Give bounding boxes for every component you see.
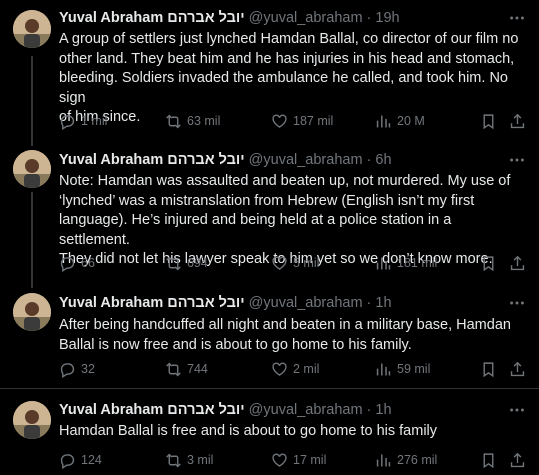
- repost-button[interactable]: 694: [165, 253, 208, 273]
- share-icon: [509, 452, 526, 469]
- author-name[interactable]: Yuval Abraham יובל אברהם: [59, 10, 245, 26]
- reply-button[interactable]: 1 mil: [59, 111, 107, 131]
- reply-icon: [59, 452, 76, 469]
- bookmark-icon: [480, 255, 497, 272]
- more-icon[interactable]: [507, 150, 527, 170]
- tweet-text: After being handcuffed all night and bea…: [59, 317, 511, 353]
- repost-button[interactable]: 63 mil: [165, 111, 220, 131]
- reply-count: 66: [81, 256, 95, 270]
- separator-dot: ·: [366, 152, 372, 168]
- reply-icon: [59, 113, 76, 130]
- repost-icon: [165, 452, 182, 469]
- views-icon: [375, 113, 392, 130]
- repost-button[interactable]: 3 mil: [165, 450, 213, 470]
- bookmark-button[interactable]: [480, 450, 497, 470]
- separator-dot: ·: [366, 295, 372, 311]
- tweet-time[interactable]: 1h: [375, 295, 391, 311]
- tweet-time[interactable]: 19h: [375, 10, 399, 26]
- share-button[interactable]: [509, 253, 526, 273]
- tweet-divider: [0, 388, 539, 389]
- action-bar: 32 744 2 mil 59 mil: [59, 359, 529, 379]
- like-icon: [271, 361, 288, 378]
- author-handle[interactable]: @yuval_abraham: [249, 152, 363, 168]
- views-icon: [375, 452, 392, 469]
- tweet[interactable]: Yuval Abraham יובל אברהם @yuval_abraham …: [0, 142, 539, 282]
- repost-icon: [165, 255, 182, 272]
- like-button[interactable]: 5 mil: [271, 253, 319, 273]
- tweet[interactable]: Yuval Abraham יובל אברהם @yuval_abraham …: [0, 0, 539, 142]
- share-button[interactable]: [509, 450, 526, 470]
- reply-button[interactable]: 32: [59, 359, 95, 379]
- avatar[interactable]: [13, 401, 51, 439]
- author-handle[interactable]: @yuval_abraham: [249, 295, 363, 311]
- more-icon[interactable]: [507, 293, 527, 313]
- reply-count: 124: [81, 453, 102, 467]
- views-button[interactable]: 59 mil: [375, 359, 430, 379]
- reply-icon: [59, 361, 76, 378]
- avatar[interactable]: [13, 10, 51, 48]
- views-button[interactable]: 181 mil: [375, 253, 437, 273]
- separator-dot: ·: [366, 10, 372, 26]
- like-icon: [271, 113, 288, 130]
- share-button[interactable]: [509, 359, 526, 379]
- separator-dot: ·: [366, 402, 372, 418]
- repost-button[interactable]: 744: [165, 359, 208, 379]
- like-count: 17 mil: [293, 453, 327, 467]
- reply-count: 1 mil: [81, 114, 108, 128]
- action-bar: 124 3 mil 17 mil 276 mil: [59, 450, 529, 470]
- bookmark-icon: [480, 361, 497, 378]
- views-button[interactable]: 276 mil: [375, 450, 437, 470]
- more-icon[interactable]: [507, 8, 527, 28]
- tweet-text: Hamdan Ballal is free and is about to go…: [59, 423, 438, 439]
- like-button[interactable]: 17 mil: [271, 450, 326, 470]
- reply-icon: [59, 255, 76, 272]
- repost-icon: [165, 113, 182, 130]
- bookmark-button[interactable]: [480, 359, 497, 379]
- action-bar: 66 694 5 mil 181 mil: [59, 253, 529, 273]
- avatar[interactable]: [13, 293, 51, 331]
- views-count: 181 mil: [397, 256, 438, 270]
- more-icon[interactable]: [507, 400, 527, 420]
- author-name[interactable]: Yuval Abraham יובל אברהם: [59, 402, 245, 418]
- like-count: 2 mil: [293, 362, 320, 376]
- like-count: 187 mil: [293, 114, 334, 128]
- author-name[interactable]: Yuval Abraham יובל אברהם: [59, 152, 245, 168]
- author-handle[interactable]: @yuval_abraham: [249, 402, 363, 418]
- like-icon: [271, 255, 288, 272]
- views-count: 20 M: [397, 114, 425, 128]
- views-icon: [375, 255, 392, 272]
- tweet[interactable]: Yuval Abraham יובל אברהם @yuval_abraham …: [0, 392, 539, 475]
- repost-count: 694: [187, 256, 208, 270]
- action-bar: 1 mil 63 mil 187 mil 20 M: [59, 111, 529, 131]
- tweet-time[interactable]: 1h: [375, 402, 391, 418]
- reply-count: 32: [81, 362, 95, 376]
- bookmark-button[interactable]: [480, 253, 497, 273]
- views-button[interactable]: 20 M: [375, 111, 425, 131]
- bookmark-icon: [480, 113, 497, 130]
- like-button[interactable]: 187 mil: [271, 111, 333, 131]
- tweet-time[interactable]: 6h: [375, 152, 391, 168]
- repost-count: 744: [187, 362, 208, 376]
- bookmark-icon: [480, 452, 497, 469]
- repost-count: 3 mil: [187, 453, 214, 467]
- repost-icon: [165, 361, 182, 378]
- repost-count: 63 mil: [187, 114, 221, 128]
- reply-button[interactable]: 66: [59, 253, 95, 273]
- avatar[interactable]: [13, 150, 51, 188]
- like-button[interactable]: 2 mil: [271, 359, 319, 379]
- author-name[interactable]: Yuval Abraham יובל אברהם: [59, 295, 245, 311]
- views-count: 59 mil: [397, 362, 431, 376]
- bookmark-button[interactable]: [480, 111, 497, 131]
- share-icon: [509, 255, 526, 272]
- tweet[interactable]: Yuval Abraham יובל אברהם @yuval_abraham …: [0, 285, 539, 385]
- share-icon: [509, 113, 526, 130]
- share-icon: [509, 361, 526, 378]
- like-count: 5 mil: [293, 256, 320, 270]
- author-handle[interactable]: @yuval_abraham: [249, 10, 363, 26]
- like-icon: [271, 452, 288, 469]
- views-count: 276 mil: [397, 453, 438, 467]
- share-button[interactable]: [509, 111, 526, 131]
- views-icon: [375, 361, 392, 378]
- reply-button[interactable]: 124: [59, 450, 102, 470]
